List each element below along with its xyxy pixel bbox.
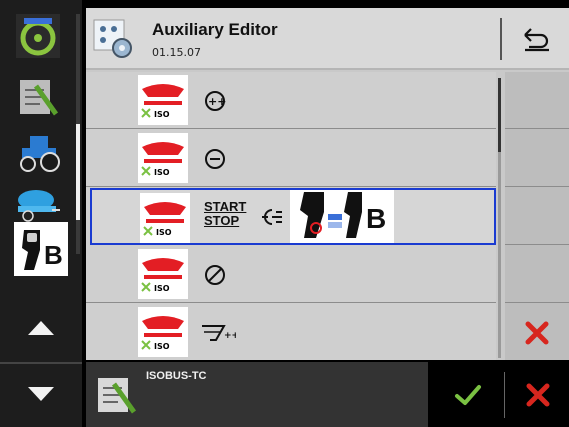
back-button[interactable] — [506, 14, 566, 64]
svg-text:ISO: ISO — [156, 228, 172, 237]
isobus-implement-logo: ISO — [138, 249, 188, 299]
joystick-b-assigned-icon: B — [290, 190, 394, 243]
check-icon — [455, 385, 481, 405]
softkey-empty-4 — [505, 246, 569, 303]
isobus-implement-logo: ISO — [138, 75, 188, 125]
task-notepad-icon[interactable] — [6, 68, 70, 124]
isobus-tc-panel[interactable]: ISOBUS-TC — [86, 362, 428, 427]
list-scroll-thumb[interactable] — [498, 78, 501, 152]
svg-text:ISO: ISO — [154, 342, 170, 351]
svg-text:ISO: ISO — [154, 110, 170, 119]
isobus-implement-logo: ISO — [140, 193, 190, 243]
list-item[interactable]: ISO ++ — [86, 304, 496, 361]
start-stop-label: START STOP — [204, 200, 246, 228]
return-arrow-icon — [524, 28, 549, 52]
assigned-letter: B — [366, 203, 386, 234]
list-item[interactable]: ISO — [86, 130, 496, 187]
softkey-empty-3 — [505, 188, 569, 245]
side-softkeys — [505, 72, 569, 360]
isobus-implement-logo: ISO — [138, 307, 188, 357]
rail-divider — [0, 362, 82, 364]
svg-text:++: ++ — [224, 331, 236, 341]
stop-label: STOP — [204, 213, 240, 228]
start-label: START — [204, 199, 247, 214]
delete-assignment-button[interactable] — [505, 304, 569, 361]
auxiliary-editor-panel: Auxiliary Editor 01.15.07 ISO ++ ISO ISO… — [86, 8, 569, 360]
softkey-empty-1 — [505, 72, 569, 129]
softkey-empty-2 — [505, 130, 569, 187]
joystick-letter: B — [44, 240, 63, 270]
no-entry-circle-icon — [200, 261, 230, 289]
tractor-icon[interactable] — [6, 124, 70, 180]
confirm-button[interactable] — [438, 368, 498, 422]
bottom-divider — [504, 372, 505, 418]
task-notepad-icon — [94, 372, 138, 416]
page-title: Auxiliary Editor — [152, 20, 278, 39]
minus-circle-icon — [200, 145, 230, 173]
list-item[interactable]: ISO — [86, 246, 496, 303]
cancel-button[interactable] — [508, 368, 568, 422]
scroll-up-button[interactable] — [0, 300, 82, 356]
page-subtitle: 01.15.07 — [152, 46, 201, 59]
assignment-list: ISO ++ ISO ISO START STOP B ISO ISO ++ — [86, 72, 496, 360]
red-x-icon — [525, 321, 549, 344]
rail-scroll-thumb[interactable] — [76, 124, 80, 220]
arrow-down-icon — [28, 387, 54, 401]
list-item[interactable]: ISO ++ — [86, 72, 496, 129]
auxiliary-settings-icon — [92, 18, 134, 60]
header-divider — [500, 18, 502, 60]
list-item-selected[interactable]: ISO START STOP B — [90, 188, 496, 245]
header: Auxiliary Editor 01.15.07 — [86, 8, 569, 70]
joystick-b-icon[interactable]: B — [14, 222, 68, 276]
steering-wheel-icon[interactable] — [6, 8, 70, 64]
isobus-implement-logo: ISO — [138, 133, 188, 183]
isobus-tc-label: ISOBUS-TC — [146, 370, 207, 382]
svg-text:ISO: ISO — [154, 168, 170, 177]
left-rail: B — [0, 0, 82, 427]
plus-circle-icon: ++ — [200, 87, 230, 115]
red-x-icon — [526, 383, 550, 407]
bottom-bar: ISOBUS-TC — [86, 362, 569, 427]
scroll-down-button[interactable] — [0, 366, 82, 422]
plug-connect-icon — [260, 206, 284, 232]
spread-plus-icon: ++ — [200, 319, 236, 347]
svg-text:++: ++ — [208, 95, 226, 108]
arrow-up-icon — [28, 321, 54, 335]
svg-text:ISO: ISO — [154, 284, 170, 293]
